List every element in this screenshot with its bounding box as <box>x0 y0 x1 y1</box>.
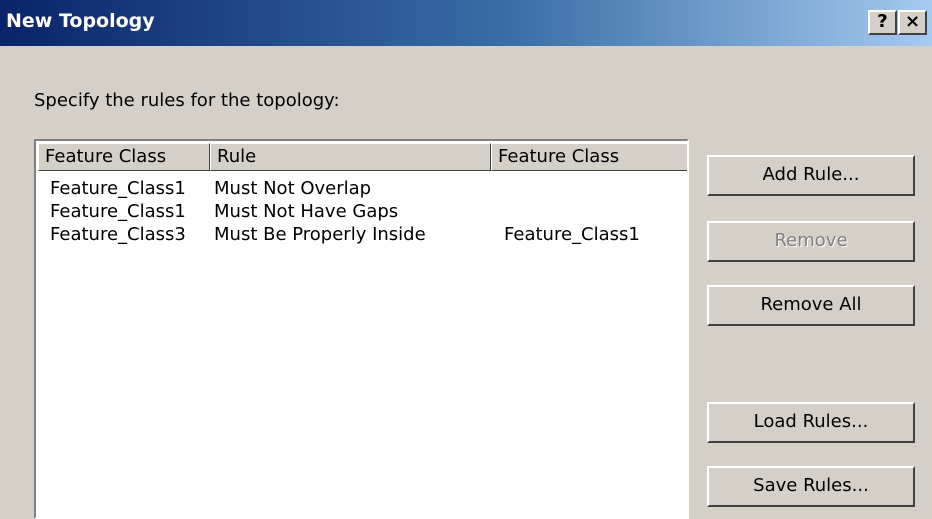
list-item[interactable]: Feature_Class1 Must Not Overlap <box>38 177 687 200</box>
cell-rule: Must Be Properly Inside <box>214 224 426 245</box>
cell-feature-class: Feature_Class1 <box>50 178 186 199</box>
save-rules-button[interactable]: Save Rules... <box>707 466 915 507</box>
title-bar: New Topology ? × <box>0 0 932 46</box>
instruction-label: Specify the rules for the topology: <box>34 90 340 111</box>
column-header-feature-class[interactable]: Feature Class <box>38 143 210 171</box>
load-rules-button[interactable]: Load Rules... <box>707 402 915 443</box>
column-header-feature-class-2[interactable]: Feature Class <box>491 143 687 171</box>
window-title: New Topology <box>6 10 155 32</box>
close-button[interactable]: × <box>898 10 927 35</box>
cell-rule: Must Not Overlap <box>214 178 372 199</box>
list-item[interactable]: Feature_Class3 Must Be Properly Inside F… <box>38 223 687 246</box>
cell-feature-class: Feature_Class3 <box>50 224 186 245</box>
add-rule-button[interactable]: Add Rule... <box>707 155 915 196</box>
cell-rule: Must Not Have Gaps <box>214 201 399 222</box>
list-item[interactable]: Feature_Class1 Must Not Have Gaps <box>38 200 687 223</box>
remove-button[interactable]: Remove <box>707 221 915 262</box>
remove-all-button[interactable]: Remove All <box>707 285 915 326</box>
cell-feature-class-2: Feature_Class1 <box>504 224 640 245</box>
help-button[interactable]: ? <box>868 10 897 35</box>
rules-list[interactable]: Feature Class Rule Feature Class Feature… <box>34 139 689 519</box>
cell-feature-class: Feature_Class1 <box>50 201 186 222</box>
column-header-rule[interactable]: Rule <box>210 143 491 171</box>
list-header: Feature Class Rule Feature Class <box>38 143 687 171</box>
